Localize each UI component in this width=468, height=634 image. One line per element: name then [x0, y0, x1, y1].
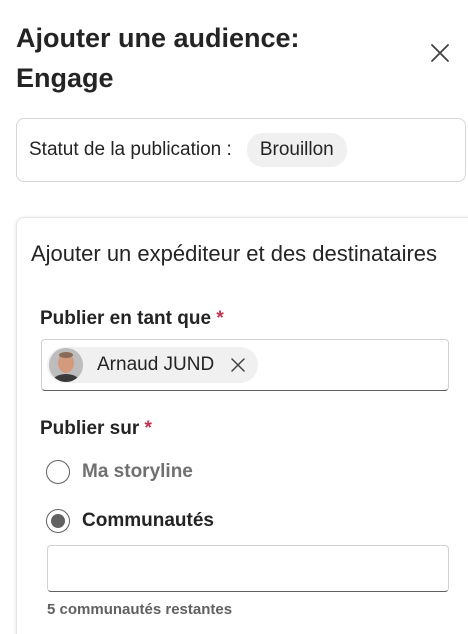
dialog-title-line2: Engage [16, 63, 114, 93]
radio-label: Communautés [82, 510, 214, 531]
add-audience-panel: Ajouter une audience: Engage Statut de l… [0, 0, 468, 634]
status-badge: Brouillon [246, 133, 347, 167]
publish-as-label-text: Publier en tant que [40, 308, 212, 329]
required-mark: * [216, 308, 224, 329]
radio-button[interactable] [46, 460, 70, 484]
publish-on-label-text: Publier sur [40, 418, 140, 439]
remaining-communities-text: 5 communautés restantes [47, 601, 233, 618]
radio-button[interactable] [46, 509, 70, 533]
radio-communities[interactable]: Communautés [46, 509, 214, 533]
publish-as-picker[interactable]: Arnaud JUND [41, 339, 449, 391]
dialog-title-line1: Ajouter une audience: [16, 23, 300, 53]
remove-person-button[interactable] [228, 355, 248, 375]
radio-label: Ma storyline [82, 461, 193, 482]
close-icon [431, 44, 449, 62]
radio-my-storyline[interactable]: Ma storyline [46, 460, 193, 484]
publish-as-label: Publier en tant que * [40, 308, 224, 330]
required-mark: * [144, 418, 152, 439]
close-button[interactable] [425, 38, 455, 68]
radio-selected-dot [51, 514, 65, 528]
person-chip: Arnaud JUND [47, 347, 259, 383]
sender-recipients-card: Ajouter un expéditeur et des destinatair… [16, 217, 468, 634]
close-icon [231, 358, 245, 372]
publish-on-label: Publier sur * [40, 418, 152, 440]
dialog-title: Ajouter une audience: Engage [16, 18, 376, 98]
section-title: Ajouter un expéditeur et des destinatair… [31, 241, 438, 266]
avatar [49, 348, 83, 382]
publication-status-card: Statut de la publication : Brouillon [16, 118, 466, 182]
person-name: Arnaud JUND [97, 354, 215, 375]
community-search-input[interactable] [47, 545, 449, 592]
status-label: Statut de la publication : [29, 139, 232, 160]
